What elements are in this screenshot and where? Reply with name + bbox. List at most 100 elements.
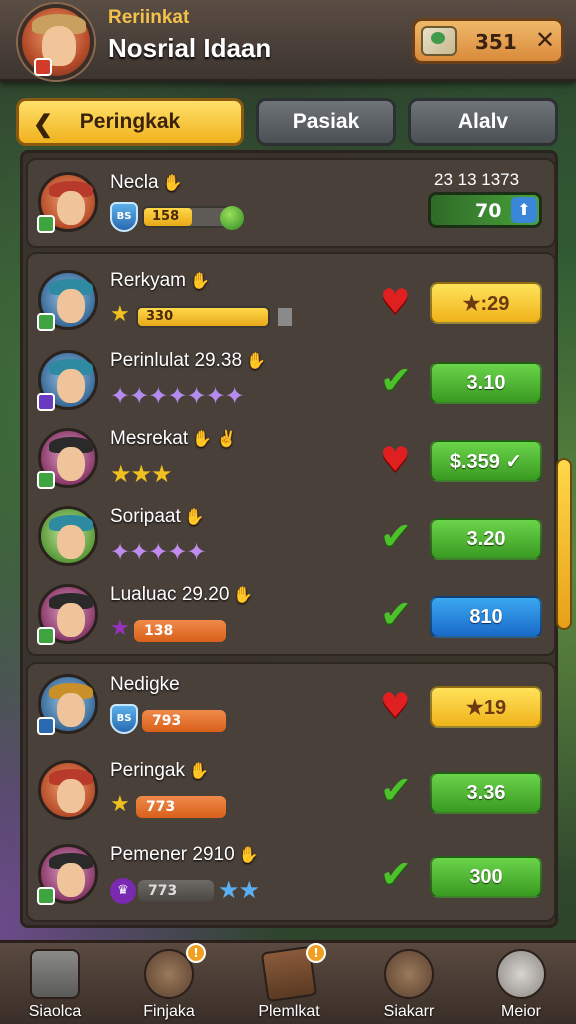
entry-name: Peringak ✋	[110, 760, 209, 781]
house-icon	[30, 949, 80, 999]
heart-icon: ♥	[380, 282, 411, 322]
avatar	[37, 674, 98, 735]
score-badge[interactable]: 3.10	[430, 362, 542, 404]
stars-row: ✦✦✦✦✦	[110, 538, 207, 566]
score-badge[interactable]: $.359 ✓	[430, 440, 542, 482]
tab-alalv[interactable]: Alalv	[408, 98, 558, 146]
nav-label: Siakarr	[383, 1003, 435, 1020]
currency-box[interactable]: 351 ✕	[412, 18, 564, 64]
alert-icon: !	[186, 943, 206, 963]
hand-icon: ✋	[190, 273, 210, 290]
player-name: Necla ✋	[110, 172, 183, 193]
hand-icon: ✋	[238, 847, 259, 864]
stars-row: ★★	[218, 876, 260, 904]
score-badge[interactable]: 300	[430, 856, 542, 898]
entry-pill: 773	[136, 796, 226, 818]
score-badge[interactable]: 3.20	[430, 518, 542, 560]
hand-icon: ✋	[184, 509, 205, 526]
score-badge[interactable]: 3.36	[430, 772, 542, 814]
gem-icon	[220, 206, 244, 230]
list-item[interactable]: Soripaat ✋ ✦✦✦✦✦ ✔ 3.20	[26, 498, 556, 576]
rank-number: 23 13 1373	[434, 170, 520, 189]
check-icon: ✔	[380, 768, 412, 812]
check-icon: ✔	[380, 592, 412, 636]
shield-icon: BS	[110, 202, 138, 232]
gem-icon: ♛	[110, 878, 136, 904]
entry-name: Nedigke	[110, 674, 180, 695]
chevron-left-icon: ❮	[33, 111, 54, 138]
nav-item-meior[interactable]: Meior	[466, 943, 576, 1024]
avatar	[37, 584, 98, 645]
entry-name: Mesrekat ✋ ✌	[110, 428, 237, 449]
nav-label: Finjaka	[143, 1003, 195, 1020]
list-item[interactable]: Mesrekat ✋ ✌ ★★★ ♥ $.359 ✓	[26, 420, 556, 498]
nav-item-siakarr[interactable]: Siakarr	[354, 943, 464, 1024]
list-item[interactable]: Rerkyam ✋ ★ 330 ♥ ★:29	[26, 262, 556, 340]
list-item[interactable]: Peringak ✋ ★ 773 ✔ 3.36	[26, 752, 556, 830]
avatar	[37, 428, 98, 489]
entry-bar: 330	[136, 306, 270, 328]
tab-pasiak[interactable]: Pasiak	[256, 98, 396, 146]
entry-value: 330	[146, 309, 174, 324]
currency-amount: 351	[475, 30, 517, 54]
entry-pill: 138	[134, 620, 226, 642]
entry-name: Lualuac 29.20 ✋	[110, 584, 254, 605]
header-subtitle: Reriinkat	[108, 7, 190, 28]
tab-label: Pasiak	[292, 110, 360, 133]
hand-icon: ✋	[233, 587, 254, 604]
avatar	[37, 350, 98, 411]
heart-icon: ♥	[380, 686, 411, 726]
close-icon[interactable]: ✕	[535, 26, 555, 54]
cube-icon	[278, 308, 292, 326]
bottom-nav: Siaolca ! Finjaka ! Plemlkat Siakarr Mei…	[0, 940, 576, 1024]
nav-label: Siaolca	[28, 1003, 82, 1020]
nav-item-plemlkat[interactable]: ! Plemlkat	[234, 943, 344, 1024]
nav-label: Meior	[500, 1003, 541, 1020]
entry-pill: 773	[138, 880, 214, 902]
explorer-icon	[384, 949, 434, 999]
avatar	[37, 844, 98, 905]
rank-score-bar: 70 ⬆	[428, 192, 542, 228]
list-item[interactable]: Perinlulat 29.38 ✋ ✦✦✦✦✦✦✦ ✔ 3.10	[26, 342, 556, 420]
alert-icon: !	[306, 943, 326, 963]
check-icon: ✔	[380, 514, 412, 558]
star-icon: ★	[110, 302, 130, 327]
entry-name: Perinlulat 29.38 ✋	[110, 350, 266, 371]
star-icon: ★	[110, 616, 130, 641]
hand-icon: ✋	[189, 763, 209, 780]
star-icon: ★	[110, 792, 130, 817]
avatar	[38, 506, 98, 566]
score-badge[interactable]: ★19	[430, 686, 542, 728]
shield-icon: BS	[110, 704, 138, 734]
tab-peringkak[interactable]: ❮ Peringkak	[16, 98, 244, 146]
player-avatar[interactable]	[18, 4, 94, 80]
list-item[interactable]: Lualuac 29.20 ✋ ★ 138 ✔ 810	[26, 576, 556, 654]
avatar	[37, 172, 98, 233]
hand-icon: ✋	[162, 175, 183, 192]
nav-item-finjaka[interactable]: ! Finjaka	[114, 943, 224, 1024]
check-icon: ✔	[380, 852, 412, 896]
nav-label: Plemlkat	[258, 1003, 320, 1020]
heart-icon: ♥	[380, 440, 411, 480]
nav-item-siaolca[interactable]: Siaolca	[0, 943, 110, 1024]
stars-row: ✦✦✦✦✦✦✦	[110, 382, 245, 410]
score-badge[interactable]: ★:29	[430, 282, 542, 324]
avatar	[38, 760, 98, 820]
hand-icon: ✋ ✌	[192, 431, 237, 448]
rank-score: 70	[475, 200, 502, 222]
hand-icon: ✋	[246, 353, 266, 370]
badge-icon	[34, 58, 52, 76]
list-item[interactable]: Pemener 2910 ✋ ♛ 773 ★★ ✔ 300	[26, 836, 556, 914]
scrollbar[interactable]	[556, 458, 572, 630]
header-title: Nosrial Idaan	[108, 33, 272, 63]
entry-name: Soripaat ✋	[110, 506, 205, 527]
level-value: 158	[152, 209, 180, 224]
gear-icon	[496, 949, 546, 999]
check-icon: ✔	[380, 358, 412, 402]
avatar	[37, 270, 98, 331]
entry-name: Pemener 2910 ✋	[110, 844, 259, 865]
stars-row: ★★★	[110, 460, 173, 488]
list-item[interactable]: Nedigke BS 793 ♥ ★19	[26, 666, 556, 744]
score-badge[interactable]: 810	[430, 596, 542, 638]
top-header: Reriinkat Nosrial Idaan 351 ✕	[0, 0, 576, 82]
